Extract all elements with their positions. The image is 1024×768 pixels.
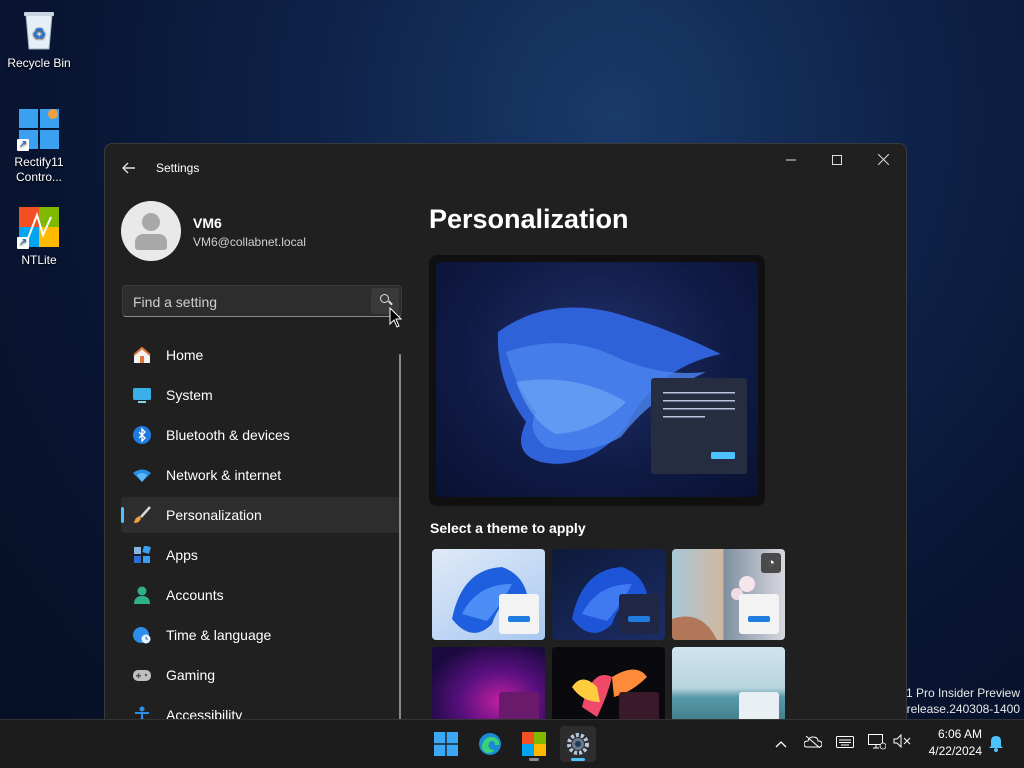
edge-button[interactable] (472, 726, 508, 762)
theme-card-windows-dark[interactable] (552, 549, 665, 640)
keyboard-icon[interactable] (835, 734, 855, 754)
network-icon[interactable] (867, 734, 887, 754)
sidebar-scrollbar[interactable] (399, 354, 401, 720)
sidebar-item-network[interactable]: Network & internet (121, 457, 401, 493)
back-button[interactable] (117, 156, 141, 180)
sidebar-item-time-language[interactable]: Time & language (121, 617, 401, 653)
close-button[interactable] (860, 144, 906, 176)
maximize-icon (832, 155, 842, 165)
wifi-icon (133, 469, 151, 482)
minimize-button[interactable] (768, 144, 814, 176)
avatar (121, 201, 181, 261)
ntlite-icon (522, 732, 546, 756)
user-email: VM6@collabnet.local (193, 235, 306, 249)
gamepad-icon (133, 670, 151, 681)
notification-bell-icon[interactable] (986, 734, 1006, 754)
desktop-icon-ntlite[interactable]: ↗ NTLite (1, 205, 77, 268)
sidebar-item-label: Personalization (166, 507, 262, 523)
theme-card-glow[interactable] (432, 647, 545, 721)
globe-clock-icon (133, 627, 151, 644)
bluetooth-icon (133, 426, 151, 444)
desktop-icon-label: Rectify11 Contro... (14, 155, 64, 184)
sidebar-item-home[interactable]: Home (121, 337, 401, 373)
user-name: VM6 (193, 215, 222, 231)
themes-section-title: Select a theme to apply (430, 520, 586, 536)
desktop-icon-rectify11[interactable]: ↗ Rectify11 Contro... (1, 107, 77, 185)
ntlite-icon: ↗ (17, 205, 61, 249)
onedrive-offline-icon[interactable] (803, 734, 823, 754)
home-icon (133, 346, 151, 363)
preview-window-card (651, 378, 747, 474)
theme-card-captured-motion[interactable] (552, 647, 665, 721)
search-input[interactable]: Find a setting (133, 294, 217, 310)
settings-window: Settings VM6 VM6@collabnet.local Find a … (104, 143, 907, 721)
title-bar[interactable]: Settings (105, 144, 906, 192)
start-button[interactable] (428, 726, 464, 762)
sidebar-item-label: Bluetooth & devices (166, 427, 290, 443)
sidebar-item-accounts[interactable]: Accounts (121, 577, 401, 613)
sidebar-item-label: Time & language (166, 627, 272, 643)
sidebar-item-apps[interactable]: Apps (121, 537, 401, 573)
watermark-line-1: 11 Pro Insider Preview (900, 686, 1020, 700)
svg-text:♻: ♻ (32, 24, 46, 43)
theme-preview-image (436, 262, 758, 497)
os-watermark: 11 Pro Insider Preview e_release.240308-… (893, 685, 1020, 717)
close-icon (877, 153, 889, 166)
sidebar-item-personalization[interactable]: Personalization (121, 497, 401, 533)
clock-date: 4/22/2024 (928, 744, 982, 758)
ntlite-taskbar-button[interactable] (516, 726, 552, 762)
page-title: Personalization (429, 204, 629, 234)
taskbar-clock[interactable]: 6:06 AM 4/22/2024 (929, 726, 982, 760)
maximize-button[interactable] (814, 144, 860, 176)
volume-muted-icon[interactable] (892, 733, 912, 754)
arrow-left-icon (122, 162, 135, 174)
rectify11-icon: ↗ (17, 107, 61, 151)
sidebar-item-bluetooth[interactable]: Bluetooth & devices (121, 417, 401, 453)
person-icon (134, 586, 150, 604)
desktop-icon-label: NTLite (21, 253, 57, 267)
mouse-cursor (389, 307, 403, 328)
edge-icon (479, 733, 501, 755)
slideshow-icon: ◔ (761, 553, 781, 573)
app-title: Settings (156, 161, 200, 175)
desktop-icon-recycle-bin[interactable]: ♻ Recycle Bin (1, 8, 77, 71)
gear-icon (567, 733, 589, 755)
desktop-icon-label: Recycle Bin (7, 56, 71, 70)
theme-preview (429, 255, 765, 506)
watermark-line-2: e_release.240308-1400 (893, 702, 1020, 716)
sidebar-item-label: Network & internet (166, 467, 282, 483)
recycle-bin-icon: ♻ (17, 8, 61, 52)
apps-icon (134, 546, 151, 563)
sidebar-item-accessibility[interactable]: Accessibility (121, 697, 401, 721)
sidebar-item-gaming[interactable]: Gaming (121, 657, 401, 693)
search-box[interactable]: Find a setting (122, 285, 402, 317)
sidebar-item-system[interactable]: System (121, 377, 401, 413)
windows-logo-icon (434, 732, 458, 756)
shortcut-arrow-icon: ↗ (17, 139, 29, 151)
shortcut-arrow-icon: ↗ (17, 237, 29, 249)
taskbar: 6:06 AM 4/22/2024 (0, 719, 1024, 768)
sidebar-item-label: Apps (166, 547, 198, 563)
clock-time: 6:06 AM (937, 727, 982, 741)
monitor-icon (133, 388, 151, 403)
theme-card-sunrise[interactable] (672, 647, 785, 721)
sidebar-item-label: Accounts (166, 587, 224, 603)
settings-taskbar-button[interactable] (560, 726, 596, 762)
sidebar-nav: Home System Bluetooth & devices Network … (121, 337, 401, 721)
theme-card-windows-light[interactable] (432, 549, 545, 640)
theme-card-flowers[interactable]: ◔ (672, 549, 785, 640)
minimize-icon (786, 159, 796, 161)
sidebar-item-label: System (166, 387, 213, 403)
sidebar-item-label: Gaming (166, 667, 216, 683)
paintbrush-icon (134, 506, 151, 523)
chevron-up-icon[interactable] (771, 734, 791, 754)
sidebar-item-label: Home (166, 347, 204, 363)
